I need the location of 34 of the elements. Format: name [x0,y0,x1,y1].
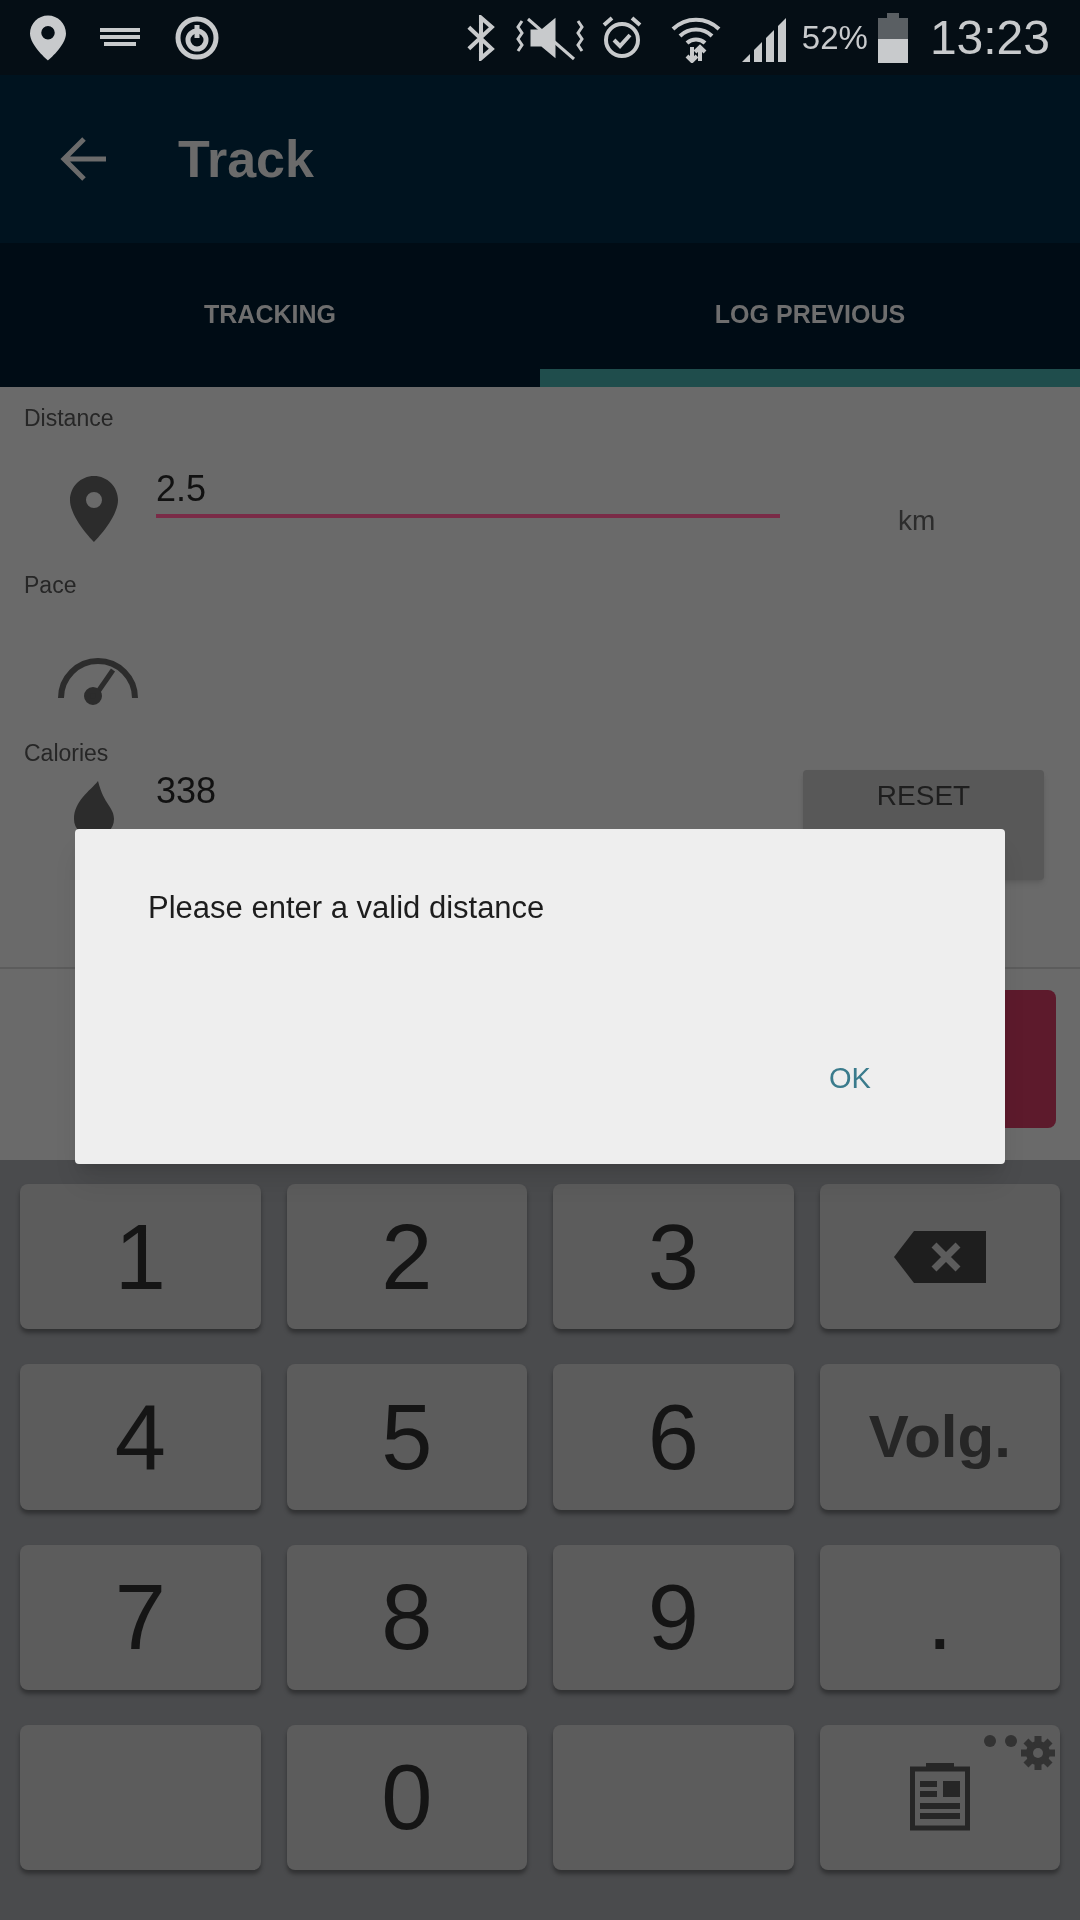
key[interactable]: 4 [20,1364,261,1510]
clipboard-key[interactable] [819,1724,1060,1870]
ok-button[interactable]: OK [813,1043,887,1115]
key[interactable]: 6 [553,1364,794,1510]
power-ring-icon [174,14,220,61]
key[interactable]: 8 [286,1544,527,1690]
key[interactable]: 1 [20,1184,261,1330]
clipboard-icon [909,1763,970,1832]
keyboard-icon [100,27,140,48]
tab[interactable]: TRACKING [0,243,540,387]
distance-input[interactable]: 2.5 [156,449,780,518]
key[interactable]: 0 [286,1724,527,1870]
pace-label: Pace [24,570,78,600]
unit-label: km [898,503,936,538]
clock-time: 13:23 [929,9,1050,66]
key[interactable]: . [819,1544,1060,1690]
key[interactable]: 2 [286,1184,527,1330]
battery-percent: 52% [801,17,868,58]
location-pin-icon [70,475,118,542]
calories-label: Calories [24,739,110,768]
key[interactable]: 7 [20,1544,261,1690]
back-arrow-icon[interactable] [60,135,108,183]
key[interactable]: 5 [286,1364,527,1510]
settings-icon [984,1734,1056,1771]
backspace-key[interactable] [819,1184,1060,1330]
dialog-message: Please enter a valid distance [148,889,545,927]
key[interactable]: 3 [553,1184,794,1330]
backspace-icon [893,1230,986,1283]
battery-icon [877,12,908,63]
location-icon [30,14,66,61]
key[interactable]: 9 [553,1544,794,1690]
calories-value: 338 [156,770,217,811]
page-title: Track [178,129,314,190]
distance-label: Distance [24,404,115,433]
